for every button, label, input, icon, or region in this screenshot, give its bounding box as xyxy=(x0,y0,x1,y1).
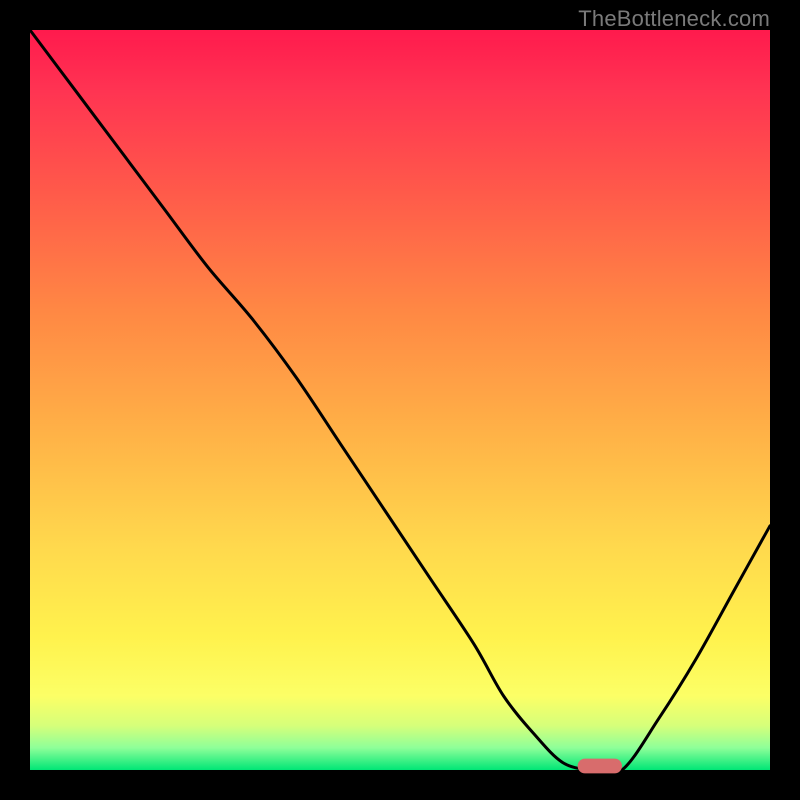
watermark-label: TheBottleneck.com xyxy=(578,6,770,32)
optimal-range-marker xyxy=(578,759,622,774)
chart-frame xyxy=(30,30,770,770)
bottleneck-curve xyxy=(30,30,770,774)
chart-svg xyxy=(30,30,770,770)
